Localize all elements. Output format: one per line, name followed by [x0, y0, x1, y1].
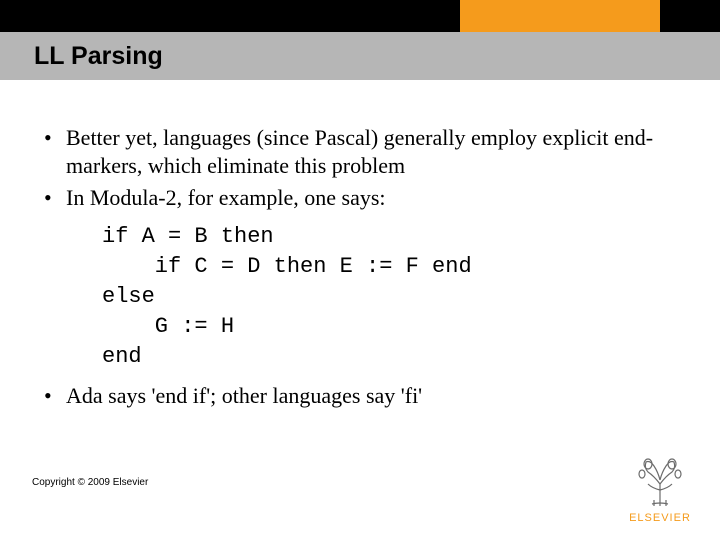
slide: LL Parsing • Better yet, languages (sinc… — [0, 0, 720, 540]
elsevier-tree-icon — [634, 454, 686, 510]
bullet-dot-icon: • — [44, 382, 66, 410]
bullet-text: Ada says 'end if'; other languages say '… — [66, 382, 422, 410]
code-block: if A = B then if C = D then E := F end e… — [102, 222, 684, 372]
copyright-text: Copyright © 2009 Elsevier — [32, 477, 148, 488]
title-bar: LL Parsing — [0, 32, 720, 80]
bullet-item: • In Modula-2, for example, one says: — [44, 184, 684, 212]
page-title: LL Parsing — [34, 42, 163, 71]
bullet-item: • Better yet, languages (since Pascal) g… — [44, 124, 684, 180]
bullet-dot-icon: • — [44, 184, 66, 212]
publisher-logo: ELSEVIER — [622, 454, 698, 524]
bullet-text: Better yet, languages (since Pascal) gen… — [66, 124, 684, 180]
content-area: • Better yet, languages (since Pascal) g… — [44, 124, 684, 414]
bullet-item: • Ada says 'end if'; other languages say… — [44, 382, 684, 410]
bullet-text: In Modula-2, for example, one says: — [66, 184, 386, 212]
logo-brand-text: ELSEVIER — [622, 512, 698, 524]
bullet-dot-icon: • — [44, 124, 66, 180]
